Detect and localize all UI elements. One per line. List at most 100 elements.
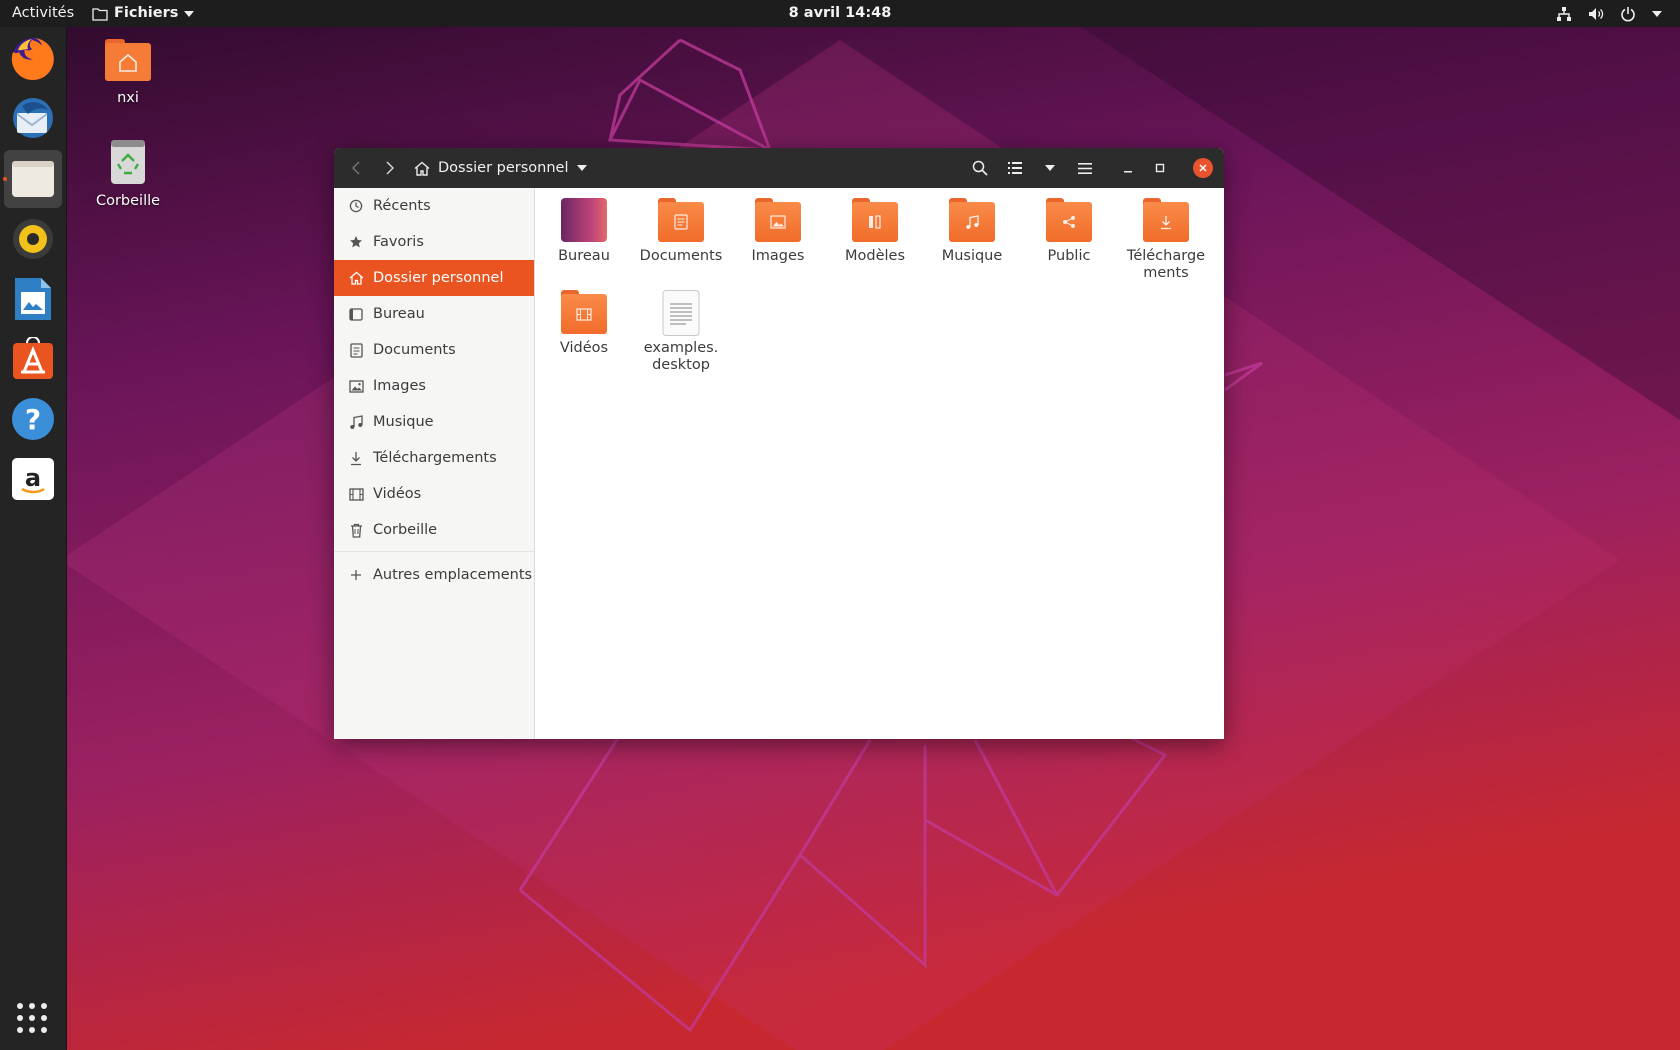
sidebar-item-starred[interactable]: Favoris (334, 224, 534, 260)
files-icon (12, 161, 54, 197)
music-folder-icon (949, 198, 995, 242)
activities-button[interactable]: Activités (12, 0, 74, 27)
sidebar-item-videos[interactable]: Vidéos (334, 476, 534, 512)
dock-help[interactable]: ? (4, 390, 62, 448)
file-item-pictures[interactable]: Images (730, 198, 826, 265)
maximize-button[interactable] (1148, 154, 1172, 182)
sidebar-item-other-locations[interactable]: Autres emplacements (334, 557, 534, 593)
sidebar-item-desktop[interactable]: Bureau (334, 296, 534, 332)
show-applications-icon[interactable] (16, 1002, 48, 1034)
view-list-button[interactable] (1001, 154, 1029, 182)
public-folder-icon (1046, 198, 1092, 242)
file-item-public[interactable]: Public (1021, 198, 1117, 265)
dock-firefox[interactable] (4, 30, 62, 88)
dock-thunderbird[interactable] (4, 90, 62, 148)
svg-text:?: ? (25, 403, 41, 436)
volume-icon[interactable] (1588, 6, 1604, 22)
minimize-button[interactable] (1116, 154, 1140, 182)
chevron-down-icon[interactable] (1652, 10, 1662, 17)
file-view[interactable]: Bureau Documents Images Modèles Musique … (535, 188, 1224, 739)
menu-button[interactable] (1071, 154, 1099, 182)
file-item-documents[interactable]: Documents (633, 198, 729, 265)
folder-icon (92, 7, 108, 21)
sidebar-item-music[interactable]: Musique (334, 404, 534, 440)
close-icon (1199, 164, 1207, 172)
dock-rhythmbox[interactable] (4, 210, 62, 268)
search-icon (972, 160, 988, 176)
file-item-desktop[interactable]: Bureau (536, 198, 632, 265)
sidebar-separator (334, 551, 534, 552)
clock[interactable]: 8 avril 14:48 (0, 0, 1680, 27)
power-icon[interactable] (1620, 6, 1636, 22)
header-bar: Dossier personnel (334, 148, 1224, 188)
dock: ? a (0, 27, 67, 1050)
desktop-icon-trash[interactable]: Corbeille (83, 139, 173, 209)
dock-writer[interactable] (4, 270, 62, 328)
dock-ubuntu-software[interactable] (4, 330, 62, 388)
writer-icon (15, 278, 51, 320)
places-sidebar: Récents Favoris Dossier personnel Bureau… (334, 188, 535, 739)
file-name: Vidéos (559, 340, 609, 356)
svg-text:a: a (25, 464, 41, 492)
file-name: Bureau (558, 248, 610, 264)
dock-amazon[interactable]: a (4, 450, 62, 508)
sidebar-item-label: Téléchargements (373, 450, 497, 466)
sidebar-item-label: Autres emplacements (373, 567, 533, 583)
sidebar-item-recent[interactable]: Récents (334, 188, 534, 224)
desktop-icon-label: nxi (117, 90, 139, 106)
file-name-line: desktop (652, 357, 710, 373)
sidebar-item-downloads[interactable]: Téléchargements (334, 440, 534, 476)
running-indicator (3, 177, 7, 181)
sidebar-item-label: Vidéos (373, 486, 422, 502)
search-button[interactable] (966, 154, 994, 182)
file-name-line: examples. (643, 340, 719, 356)
desktop-icon-home[interactable]: nxi (83, 38, 173, 106)
image-icon (348, 379, 364, 393)
file-name: Documents (639, 248, 723, 264)
music-icon (348, 414, 364, 430)
file-item-examples-desktop[interactable]: examples. desktop (633, 290, 729, 374)
system-tray[interactable] (1556, 0, 1662, 27)
file-item-downloads[interactable]: Télécharge ments (1118, 198, 1214, 282)
sidebar-item-label: Musique (373, 414, 434, 430)
hamburger-icon (1078, 162, 1092, 174)
sidebar-item-documents[interactable]: Documents (334, 332, 534, 368)
trash-can-icon (111, 140, 145, 184)
file-item-templates[interactable]: Modèles (827, 198, 923, 265)
sidebar-item-home[interactable]: Dossier personnel (334, 260, 534, 296)
app-menu-label: Fichiers (114, 5, 179, 21)
amazon-icon: a (12, 458, 54, 500)
file-name-line: Télécharge (1126, 248, 1206, 264)
desktop-folder-icon (561, 198, 607, 242)
chevron-down-icon (184, 10, 195, 17)
forward-button[interactable] (376, 154, 404, 182)
sidebar-item-pictures[interactable]: Images (334, 368, 534, 404)
star-icon (348, 235, 364, 249)
app-menu[interactable]: Fichiers (92, 0, 195, 27)
chevron-left-icon (352, 161, 360, 175)
sidebar-item-label: Corbeille (373, 522, 438, 538)
file-item-videos[interactable]: Vidéos (536, 290, 632, 357)
list-view-icon (1008, 162, 1022, 174)
pictures-folder-icon (755, 198, 801, 242)
sidebar-item-label: Récents (373, 198, 431, 214)
sidebar-item-trash[interactable]: Corbeille (334, 512, 534, 548)
sidebar-item-label: Bureau (373, 306, 425, 322)
network-icon[interactable] (1556, 6, 1572, 22)
location-path-button[interactable]: Dossier personnel (414, 154, 587, 182)
view-options-button[interactable] (1036, 154, 1064, 182)
documents-folder-icon (658, 198, 704, 242)
back-button[interactable] (342, 154, 370, 182)
file-name: Musique (941, 248, 1003, 264)
file-name: Modèles (844, 248, 905, 264)
file-name: Public (1047, 248, 1091, 264)
download-icon (348, 451, 364, 466)
document-icon (348, 342, 364, 358)
firefox-icon (11, 38, 54, 80)
desktop-icon-label: Corbeille (95, 193, 161, 209)
minimize-icon (1124, 171, 1132, 173)
close-button[interactable] (1193, 158, 1213, 178)
file-item-music[interactable]: Musique (924, 198, 1020, 265)
dock-files[interactable] (3, 150, 62, 208)
chevron-down-icon (1045, 165, 1055, 171)
